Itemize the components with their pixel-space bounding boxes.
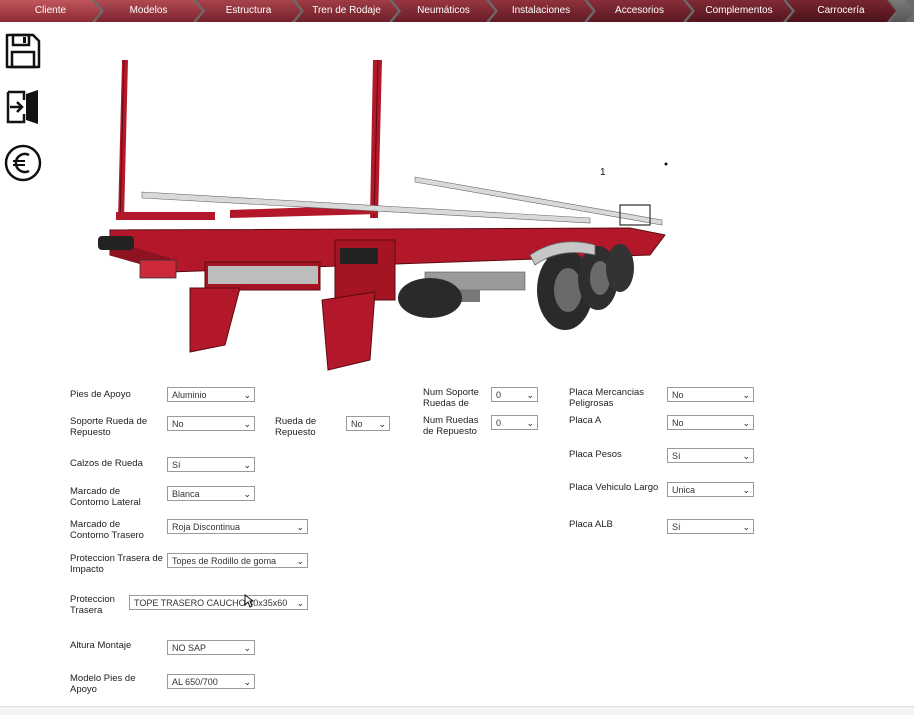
trailer-render: 1: [98, 59, 668, 371]
marcado-trasero-label: Marcado de Contorno Trasero: [70, 519, 144, 541]
save-icon[interactable]: [4, 32, 42, 70]
step-cliente[interactable]: Cliente: [0, 0, 101, 22]
select-value: Aluminio: [172, 390, 207, 400]
viewer-label: 1: [600, 167, 606, 178]
altura-montaje-label: Altura Montaje: [70, 640, 132, 651]
altura-montaje-select[interactable]: NO SAP ⌄: [167, 640, 255, 655]
select-value: Topes de Rodillo de goma: [172, 556, 277, 566]
select-value: 0: [496, 390, 502, 400]
select-value: Sí: [672, 522, 681, 532]
select-value: No: [172, 419, 184, 429]
select-value: AL 650/700: [172, 677, 218, 687]
step-carroceria[interactable]: Carrocería: [786, 0, 896, 22]
select-value: Sí: [672, 451, 681, 461]
step-label: Cliente: [34, 5, 67, 16]
rueda-repuesto-label: Rueda de Repuesto: [275, 416, 317, 438]
trailer-3d-viewer[interactable]: 1: [90, 40, 690, 375]
placa-vehiculo-largo-select[interactable]: Unica ⌄: [667, 482, 754, 497]
select-value: No: [351, 419, 363, 429]
proteccion-impacto-select[interactable]: Topes de Rodillo de goma ⌄: [167, 553, 308, 568]
chevron-down-icon: ⌄: [243, 677, 251, 687]
placa-vehiculo-largo-label: Placa Vehiculo Largo: [569, 482, 659, 493]
placa-a-label: Placa A: [569, 415, 602, 426]
chevron-down-icon: ⌄: [526, 390, 534, 400]
placa-mercancias-select[interactable]: No ⌄: [667, 387, 754, 402]
rueda-repuesto-select[interactable]: No ⌄: [346, 416, 390, 431]
step-label: Complementos: [705, 5, 773, 16]
select-value: Sí: [172, 460, 181, 470]
step-complementos[interactable]: Complementos: [686, 0, 792, 22]
chevron-down-icon: ⌄: [742, 451, 750, 461]
euro-icon[interactable]: [4, 144, 42, 182]
chevron-down-icon: ⌄: [742, 522, 750, 532]
num-ruedas-select[interactable]: 0 ⌄: [491, 415, 538, 430]
chevron-down-icon: ⌄: [742, 390, 750, 400]
chevron-down-icon: ⌄: [243, 460, 251, 470]
step-accesorios[interactable]: Accesorios: [587, 0, 692, 22]
proteccion-impacto-label: Proteccion Trasera de Impacto: [70, 553, 163, 575]
chevron-down-icon: ⌄: [296, 556, 304, 566]
modelo-pies-select[interactable]: AL 650/700 ⌄: [167, 674, 255, 689]
step-label: Neumáticos: [417, 5, 470, 16]
chevron-down-icon: ⌄: [296, 598, 304, 608]
chevron-down-icon: ⌄: [243, 419, 251, 429]
placa-mercancias-label: Placa Mercancias Peligrosas: [569, 387, 644, 409]
mouse-cursor-icon: [244, 594, 255, 608]
chevron-down-icon: ⌄: [243, 390, 251, 400]
exit-icon[interactable]: [4, 88, 42, 126]
select-value: Unica: [672, 485, 696, 495]
chevron-down-icon: ⌄: [243, 489, 251, 499]
select-value: No: [672, 390, 684, 400]
step-label: Modelos: [129, 5, 168, 16]
placa-pesos-label: Placa Pesos: [569, 449, 622, 460]
step-label: Carrocería: [817, 5, 865, 16]
chevron-down-icon: ⌄: [742, 418, 750, 428]
step-modelos[interactable]: Modelos: [95, 0, 202, 22]
step-estructura[interactable]: Estructura: [196, 0, 301, 22]
num-soporte-select[interactable]: 0 ⌄: [491, 387, 538, 402]
step-label: Instalaciones: [511, 5, 571, 16]
wizard-nav: Cliente Modelos Estructura Tren de Rodaj…: [0, 0, 914, 22]
placa-alb-label: Placa ALB: [569, 519, 613, 530]
modelo-pies-label: Modelo Pies de Apoyo: [70, 673, 136, 695]
select-value: 0: [496, 418, 502, 428]
select-value: Roja Discontinua: [172, 522, 241, 532]
step-tren-de-rodaje[interactable]: Tren de Rodaje: [295, 0, 398, 22]
calzos-select[interactable]: Sí ⌄: [167, 457, 255, 472]
step-label: Accesorios: [615, 5, 664, 16]
chevron-down-icon: ⌄: [526, 418, 534, 428]
chevron-down-icon: ⌄: [742, 485, 750, 495]
proteccion-trasera-select[interactable]: TOPE TRASERO CAUCHO 40x35x60 ⌄: [129, 595, 308, 610]
chevron-down-icon: ⌄: [296, 522, 304, 532]
soporte-rueda-label: Soporte Rueda de Repuesto: [70, 416, 148, 438]
placa-a-select[interactable]: No ⌄: [667, 415, 754, 430]
chevron-down-icon: ⌄: [378, 419, 386, 429]
select-value: No: [672, 418, 684, 428]
chevron-down-icon: ⌄: [243, 643, 251, 653]
step-label: Tren de Rodaje: [312, 5, 381, 16]
placa-alb-select[interactable]: Sí ⌄: [667, 519, 754, 534]
calzos-label: Calzos de Rueda: [70, 458, 143, 469]
pies-de-apoyo-label: Pies de Apoyo: [70, 389, 131, 400]
placa-pesos-select[interactable]: Sí ⌄: [667, 448, 754, 463]
num-ruedas-label: Num Ruedas de Repuesto: [423, 415, 479, 437]
step-label: Estructura: [225, 5, 272, 16]
marcado-lateral-select[interactable]: Blanca ⌄: [167, 486, 255, 501]
proteccion-trasera-label: Proteccion Trasera Central: [70, 594, 115, 616]
pies-de-apoyo-select[interactable]: Aluminio ⌄: [167, 387, 255, 402]
marcado-lateral-label: Marcado de Contorno Lateral: [70, 486, 141, 508]
select-value: TOPE TRASERO CAUCHO 40x35x60: [134, 598, 288, 608]
step-instalaciones[interactable]: Instalaciones: [489, 0, 593, 22]
select-value: NO SAP: [172, 643, 207, 653]
select-value: Blanca: [172, 489, 200, 499]
soporte-rueda-select[interactable]: No ⌄: [167, 416, 255, 431]
num-soporte-label: Num Soporte Ruedas de Repuesto: [423, 387, 479, 409]
marcado-trasero-select[interactable]: Roja Discontinua ⌄: [167, 519, 308, 534]
step-neumaticos[interactable]: Neumáticos: [392, 0, 495, 22]
